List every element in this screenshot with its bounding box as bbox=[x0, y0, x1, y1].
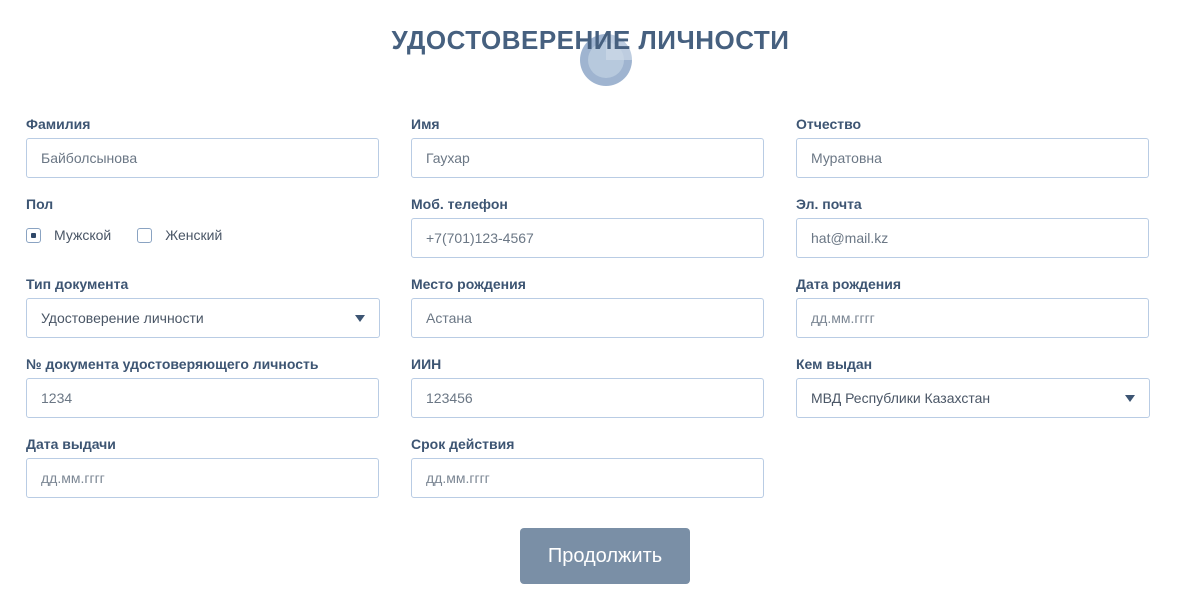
patronymic-label: Отчество bbox=[796, 116, 862, 132]
issue-date-label: Дата выдачи bbox=[26, 436, 116, 452]
name-label: Имя bbox=[411, 116, 440, 132]
issue-date-input[interactable] bbox=[26, 458, 379, 498]
doc-number-input[interactable] bbox=[26, 378, 379, 418]
phone-label: Моб. телефон bbox=[411, 196, 508, 212]
issued-by-select[interactable]: МВД Республики Казахстан bbox=[796, 378, 1150, 418]
page-title: УДОСТОВЕРЕНИЕ ЛИЧНОСТИ bbox=[391, 25, 790, 55]
caret-down-icon bbox=[1125, 394, 1135, 402]
continue-button[interactable]: Продолжить bbox=[520, 528, 690, 584]
email-label: Эл. почта bbox=[796, 196, 862, 212]
iin-label: ИИН bbox=[411, 356, 442, 372]
expiry-date-input[interactable] bbox=[411, 458, 764, 498]
patronymic-input[interactable] bbox=[796, 138, 1149, 178]
doc-type-select[interactable]: Удостоверение личности bbox=[26, 298, 380, 338]
gender-option-label: Женский bbox=[165, 227, 223, 243]
checkbox-empty-icon[interactable] bbox=[137, 227, 153, 243]
surname-label: Фамилия bbox=[26, 116, 91, 132]
expiry-date-label: Срок действия bbox=[411, 436, 515, 452]
gender-label: Пол bbox=[26, 196, 54, 212]
gender-option-male[interactable]: Мужской bbox=[26, 227, 111, 243]
doc-number-label: № документа удостоверяющего личность bbox=[26, 356, 319, 372]
phone-input[interactable] bbox=[411, 218, 764, 258]
birthplace-input[interactable] bbox=[411, 298, 764, 338]
name-input[interactable] bbox=[411, 138, 764, 178]
birthplace-label: Место рождения bbox=[411, 276, 526, 292]
issued-by-value: МВД Республики Казахстан bbox=[811, 390, 991, 406]
birthdate-input[interactable] bbox=[796, 298, 1149, 338]
checkbox-checked-icon[interactable] bbox=[26, 227, 41, 243]
caret-down-icon bbox=[355, 314, 365, 322]
iin-input[interactable] bbox=[411, 378, 764, 418]
gender-option-label: Мужской bbox=[54, 227, 112, 243]
surname-input[interactable] bbox=[26, 138, 379, 178]
issued-by-label: Кем выдан bbox=[796, 356, 873, 372]
doc-type-value: Удостоверение личности bbox=[41, 310, 204, 326]
gender-radio-group: Мужской Женский bbox=[26, 227, 248, 243]
gender-option-female[interactable]: Женский bbox=[137, 227, 222, 243]
title-area: УДОСТОВЕРЕНИЕ ЛИЧНОСТИ bbox=[0, 22, 1181, 86]
birthdate-label: Дата рождения bbox=[796, 276, 902, 292]
doc-type-label: Тип документа bbox=[26, 276, 129, 292]
email-input[interactable] bbox=[796, 218, 1149, 258]
